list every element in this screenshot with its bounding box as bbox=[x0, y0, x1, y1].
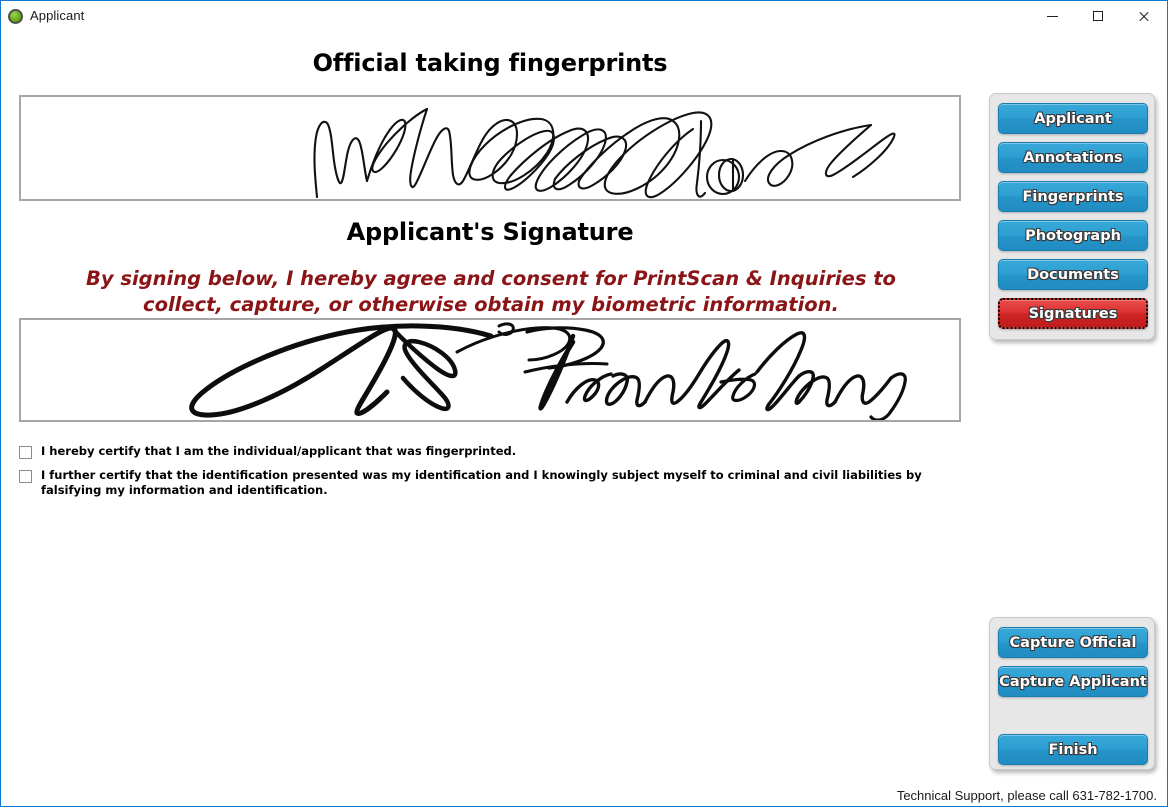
certify-fingerprinted-checkbox[interactable] bbox=[19, 446, 32, 459]
nav-button-applicant-label: Applicant bbox=[1034, 110, 1112, 127]
nav-button-photograph[interactable]: Photograph bbox=[998, 220, 1148, 251]
applicant-signature-heading: Applicant's Signature bbox=[346, 218, 634, 246]
nav-button-annotations-label: Annotations bbox=[1023, 149, 1123, 166]
title-bar: Applicant bbox=[1, 1, 1167, 31]
nav-button-signatures[interactable]: Signatures bbox=[998, 298, 1148, 329]
certify-identification-label: I further certify that the identificatio… bbox=[41, 468, 922, 497]
official-scribbled-signature bbox=[313, 107, 896, 199]
finish-button[interactable]: Finish bbox=[998, 734, 1148, 765]
application-window: Applicant Official taking fingerprints A… bbox=[0, 0, 1168, 807]
certify-identification-row[interactable]: I further certify that the identificatio… bbox=[19, 468, 959, 498]
window-content: Official taking fingerprints Applicant's… bbox=[1, 31, 1167, 806]
nav-button-applicant[interactable]: Applicant bbox=[998, 103, 1148, 134]
maximize-icon bbox=[1093, 11, 1103, 21]
window-title: Applicant bbox=[30, 8, 85, 23]
official-signature-heading: Official taking fingerprints bbox=[312, 49, 668, 77]
nav-button-fingerprints[interactable]: Fingerprints bbox=[998, 181, 1148, 212]
finish-label: Finish bbox=[1048, 741, 1098, 758]
capture-official-button[interactable]: Capture Official bbox=[998, 627, 1148, 658]
capture-official-label: Capture Official bbox=[1009, 634, 1137, 651]
minimize-button[interactable] bbox=[1029, 1, 1075, 31]
certify-fingerprinted-row[interactable]: I hereby certify that I am the individua… bbox=[19, 444, 959, 459]
nav-button-documents[interactable]: Documents bbox=[998, 259, 1148, 290]
applicant-signature-b-franklin bbox=[189, 322, 907, 420]
green-status-circle-icon bbox=[8, 9, 23, 24]
technical-support-text: Technical Support, please call 631-782-1… bbox=[896, 788, 1157, 803]
nav-button-annotations[interactable]: Annotations bbox=[998, 142, 1148, 173]
maximize-button[interactable] bbox=[1075, 1, 1121, 31]
nav-button-fingerprints-label: Fingerprints bbox=[1022, 188, 1124, 205]
action-panel: Capture Official Capture Applicant Finis… bbox=[989, 617, 1155, 770]
minimize-icon bbox=[1046, 15, 1058, 17]
capture-applicant-button[interactable]: Capture Applicant bbox=[998, 666, 1148, 697]
nav-button-documents-label: Documents bbox=[1027, 266, 1119, 283]
window-controls bbox=[1029, 1, 1167, 31]
certify-fingerprinted-label: I hereby certify that I am the individua… bbox=[41, 444, 517, 458]
close-button[interactable] bbox=[1121, 1, 1167, 31]
close-icon bbox=[1138, 10, 1150, 22]
certify-identification-checkbox[interactable] bbox=[19, 470, 32, 483]
nav-button-signatures-label: Signatures bbox=[1028, 305, 1118, 322]
capture-applicant-label: Capture Applicant bbox=[999, 673, 1147, 690]
biometric-consent-text: By signing below, I hereby agree and con… bbox=[86, 267, 896, 316]
applicant-signature-pad[interactable] bbox=[19, 318, 961, 422]
official-signature-pad[interactable] bbox=[19, 95, 961, 201]
nav-button-photograph-label: Photograph bbox=[1025, 227, 1121, 244]
navigation-panel: Applicant Annotations Fingerprints Photo… bbox=[989, 93, 1155, 340]
